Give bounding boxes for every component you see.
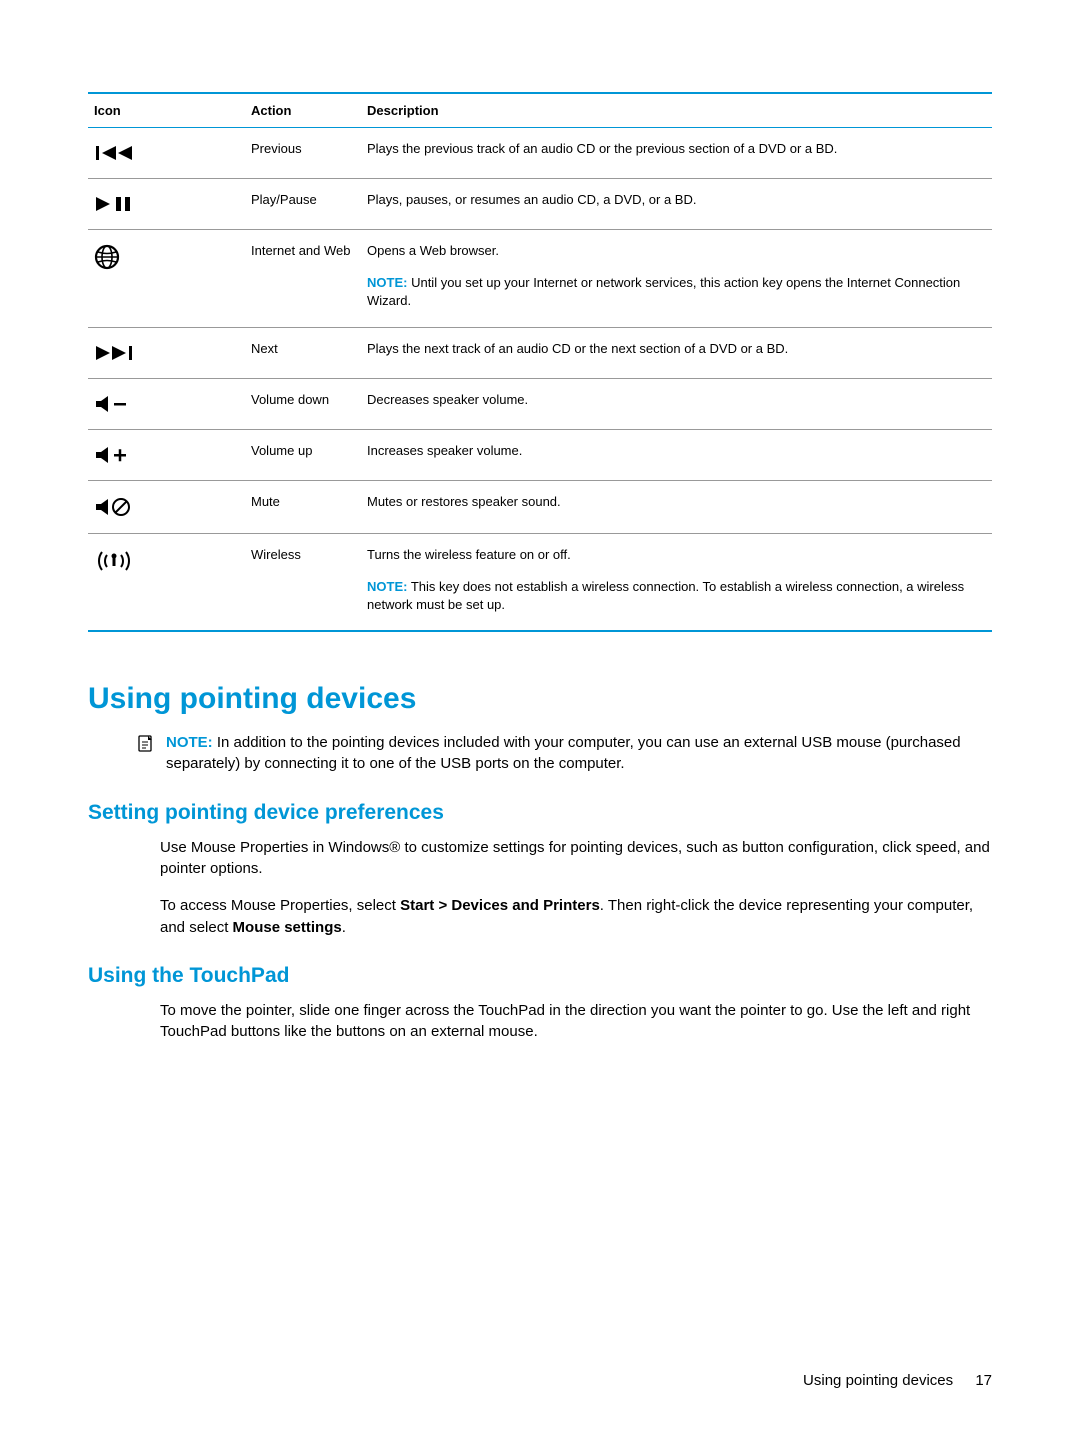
page-footer: Using pointing devices 17 (803, 1372, 992, 1389)
action-cell: Mute (245, 480, 361, 533)
action-cell: Previous (245, 128, 361, 179)
note-label: NOTE: (367, 275, 407, 290)
note-text: This key does not establish a wireless c… (367, 579, 964, 612)
action-cell: Play/Pause (245, 179, 361, 230)
action-cell: Volume down (245, 378, 361, 429)
table-row: Play/Pause Plays, pauses, or resumes an a… (88, 179, 992, 230)
wireless-icon (88, 533, 245, 631)
description-text: Opens a Web browser. (367, 242, 986, 260)
heading-using-touchpad: Using the TouchPad (88, 964, 992, 988)
table-row: Next Plays the next track of an audio CD … (88, 327, 992, 378)
paragraph: Use Mouse Properties in Windows® to cust… (160, 837, 992, 880)
row-note: NOTE: Until you set up your Internet or … (367, 274, 986, 310)
paragraph: To access Mouse Properties, select Start… (160, 895, 992, 938)
volume-up-icon (88, 429, 245, 480)
col-action: Action (245, 93, 361, 128)
description-cell: Plays, pauses, or resumes an audio CD, a… (361, 179, 992, 230)
note-body: In addition to the pointing devices incl… (166, 734, 961, 772)
table-row: Previous Plays the previous track of an a… (88, 128, 992, 179)
table-row: Mute Mutes or restores speaker sound. (88, 480, 992, 533)
description-cell: Opens a Web browser. NOTE: Until you set … (361, 230, 992, 328)
section-using-touchpad: To move the pointer, slide one finger ac… (88, 1000, 992, 1043)
action-cell: Internet and Web (245, 230, 361, 328)
table-row: WirelessTurns the wireless feature on or… (88, 533, 992, 631)
description-text: Plays the next track of an audio CD or t… (367, 340, 986, 358)
note-document-icon (136, 734, 156, 760)
heading-using-pointing-devices: Using pointing devices (88, 682, 992, 716)
description-text: Mutes or restores speaker sound. (367, 493, 986, 511)
description-text: Increases speaker volume. (367, 442, 986, 460)
description-text: Decreases speaker volume. (367, 391, 986, 409)
table-row: Volume up Increases speaker volume. (88, 429, 992, 480)
description-cell: Plays the next track of an audio CD or t… (361, 327, 992, 378)
footer-section-title: Using pointing devices (803, 1372, 953, 1389)
table-row: Volume down Decreases speaker volume. (88, 378, 992, 429)
note-label: NOTE: (166, 734, 213, 751)
globe-icon (88, 230, 245, 328)
table-header-row: Icon Action Description (88, 93, 992, 128)
col-icon: Icon (88, 93, 245, 128)
description-cell: Mutes or restores speaker sound. (361, 480, 992, 533)
page-note: NOTE: In addition to the pointing device… (88, 732, 992, 775)
footer-page-number: 17 (975, 1372, 992, 1389)
description-cell: Decreases speaker volume. (361, 378, 992, 429)
section-setting-preferences: Use Mouse Properties in Windows® to cust… (88, 837, 992, 938)
table-row: Internet and Web Opens a Web browser. NOTE… (88, 230, 992, 328)
description-cell: Increases speaker volume. (361, 429, 992, 480)
note-text: Until you set up your Internet or networ… (367, 275, 960, 308)
mute-icon (88, 480, 245, 533)
action-keys-table: Icon Action Description Previous Plays th… (88, 92, 992, 632)
note-label: NOTE: (367, 579, 407, 594)
next-track-icon (88, 327, 245, 378)
action-cell: Next (245, 327, 361, 378)
description-cell: Turns the wireless feature on or off. NOT… (361, 533, 992, 631)
action-cell: Wireless (245, 533, 361, 631)
document-page: Icon Action Description Previous Plays th… (0, 0, 1080, 1043)
description-text: Turns the wireless feature on or off. (367, 546, 986, 564)
page-note-text: NOTE: In addition to the pointing device… (166, 732, 992, 775)
description-text: Plays, pauses, or resumes an audio CD, a… (367, 191, 986, 209)
previous-track-icon (88, 128, 245, 179)
volume-down-icon (88, 378, 245, 429)
description-text: Plays the previous track of an audio CD … (367, 140, 986, 158)
play-pause-icon (88, 179, 245, 230)
heading-setting-preferences: Setting pointing device preferences (88, 801, 992, 825)
paragraph: To move the pointer, slide one finger ac… (160, 1000, 992, 1043)
row-note: NOTE: This key does not establish a wire… (367, 578, 986, 614)
action-cell: Volume up (245, 429, 361, 480)
description-cell: Plays the previous track of an audio CD … (361, 128, 992, 179)
col-description: Description (361, 93, 992, 128)
